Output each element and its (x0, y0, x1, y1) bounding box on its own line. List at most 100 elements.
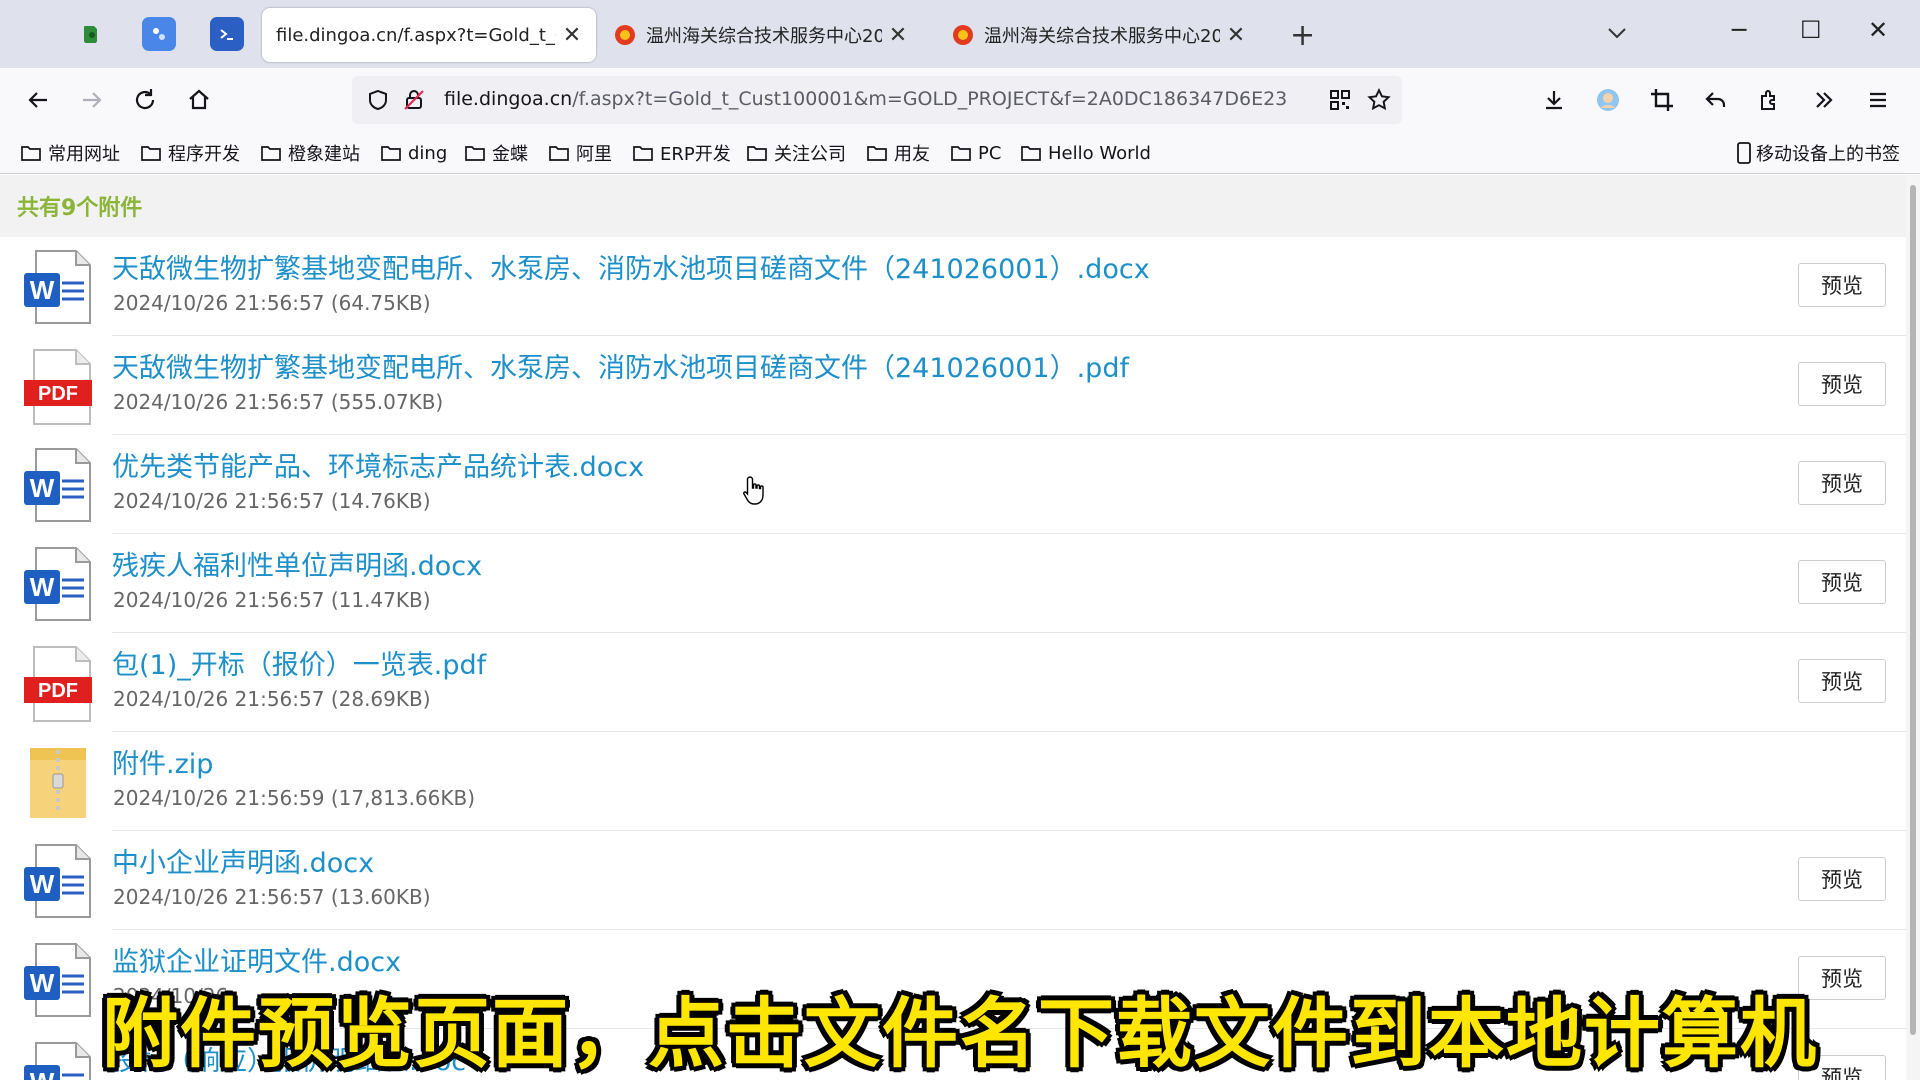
minimize-button[interactable]: ─ (1732, 16, 1746, 44)
bookmark-star-icon[interactable] (1366, 87, 1392, 113)
file-type-icon: PDF (22, 348, 94, 426)
word-document-icon: W (24, 844, 91, 918)
bookmark-label: 常用网址 (48, 144, 120, 165)
tab-title: file.dingoa.cn/f.aspx?t=Gold_t_Cust1 (276, 24, 556, 46)
url-text[interactable]: file.dingoa.cn/f.aspx?t=Gold_t_Cust10000… (444, 88, 1287, 110)
shield-icon[interactable] (366, 88, 390, 112)
pinned-tab-terminal-icon[interactable] (210, 17, 244, 51)
bookmark-folder[interactable]: 关注公司 (746, 138, 846, 168)
arrow-right-icon (83, 92, 102, 108)
bookmark-folder[interactable]: 橙象建站 (260, 138, 360, 168)
pinned-tabs (74, 17, 244, 51)
preview-button[interactable]: 预览 (1798, 461, 1886, 505)
forward-button[interactable] (74, 82, 110, 118)
bookmark-label: 用友 (894, 144, 930, 165)
mobile-device-icon (1737, 142, 1751, 164)
reload-icon (135, 89, 155, 110)
file-name-link[interactable]: 优先类节能产品、环境标志产品统计表.docx (112, 445, 644, 484)
file-name-link[interactable]: 附件.zip (112, 742, 213, 781)
bookmark-folder[interactable]: PC (950, 138, 1001, 168)
folder-icon (465, 146, 485, 161)
browser-window: file.dingoa.cn/f.aspx?t=Gold_t_Cust1 ✕ 温… (0, 0, 1920, 1080)
file-meta: 2024/10/26 21:56:57 (13.60KB) (113, 885, 431, 909)
account-avatar[interactable] (1590, 82, 1626, 118)
bookmark-folder[interactable]: 程序开发 (140, 138, 240, 168)
zip-archive-icon (30, 748, 86, 818)
new-tab-button[interactable]: + (1290, 18, 1315, 53)
bookmark-folder[interactable]: 用友 (866, 138, 930, 168)
downloads-button[interactable] (1536, 82, 1572, 118)
app-menu-button[interactable] (1860, 82, 1896, 118)
tab-close-icon[interactable]: ✕ (1226, 23, 1246, 48)
address-bar[interactable]: file.dingoa.cn/f.aspx?t=Gold_t_Cust10000… (352, 76, 1402, 124)
overflow-chevron-button[interactable] (1806, 82, 1842, 118)
attachment-row: W 残疾人福利性单位声明函.docx 2024/10/26 21:56:57 (… (0, 534, 1906, 633)
word-icon-letter: W (30, 869, 55, 899)
preview-button[interactable]: 预览 (1798, 659, 1886, 703)
back-button[interactable] (20, 82, 56, 118)
customs-emblem-icon (615, 25, 635, 45)
bookmark-label: 阿里 (576, 144, 612, 165)
bookmark-folder[interactable]: 常用网址 (20, 138, 120, 168)
home-icon (189, 89, 209, 110)
undo-arrow-icon (1705, 92, 1726, 107)
preview-button[interactable]: 预览 (1798, 560, 1886, 604)
preview-button[interactable]: 预览 (1798, 263, 1886, 307)
pdf-document-icon: PDF (24, 646, 92, 722)
url-host: file.dingoa.cn (444, 88, 573, 110)
scrollbar-thumb[interactable] (1910, 185, 1916, 1035)
bookmark-folder[interactable]: 金蝶 (464, 138, 528, 168)
qr-code-icon[interactable] (1328, 88, 1352, 112)
hamburger-menu-icon (1870, 92, 1886, 108)
home-button[interactable] (181, 82, 217, 118)
word-icon-letter: W (30, 572, 55, 602)
tab-wenzhou-customs-1[interactable]: 温州海关综合技术服务中心2024 ✕ (600, 8, 922, 62)
preview-button[interactable]: 预览 (1798, 362, 1886, 406)
folder-icon (261, 146, 281, 161)
mobile-bookmarks-label: 移动设备上的书签 (1756, 144, 1900, 165)
bookmark-label: ERP开发 (660, 144, 731, 165)
pinned-tab-app-icon[interactable] (142, 17, 176, 51)
file-meta: 2024/10/26 21:56:57 (11.47KB) (113, 588, 431, 612)
screenshot-button[interactable] (1644, 82, 1680, 118)
pdf-document-icon: PDF (24, 349, 92, 425)
file-meta: 2024/10/26 21:56:57 (14.76KB) (113, 489, 431, 513)
url-path: /f.aspx?t=Gold_t_Cust100001&m=GOLD_PROJE… (572, 88, 1288, 110)
attachment-row: W 天敌微生物扩繁基地变配电所、水泵房、消防水池项目磋商文件（241026001… (0, 237, 1906, 336)
close-window-button[interactable]: ✕ (1868, 16, 1888, 44)
tab-title: 温州海关综合技术服务中心2024 (984, 26, 1220, 47)
tab-close-icon[interactable]: ✕ (888, 23, 908, 48)
pinned-tab-evernote-icon[interactable] (74, 17, 108, 51)
page-scrollbar[interactable] (1906, 175, 1920, 1080)
bookmark-label: 程序开发 (168, 144, 240, 165)
preview-button[interactable]: 预览 (1798, 857, 1886, 901)
file-name-link[interactable]: 天敌微生物扩繁基地变配电所、水泵房、消防水池项目磋商文件（241026001）.… (112, 247, 1150, 286)
bookmark-folder[interactable]: 阿里 (548, 138, 612, 168)
tab-wenzhou-customs-2[interactable]: 温州海关综合技术服务中心2024 ✕ (938, 8, 1260, 62)
hand-pointer-cursor-icon (743, 476, 764, 505)
navigation-bar: file.dingoa.cn/f.aspx?t=Gold_t_Cust10000… (0, 68, 1920, 132)
reload-button[interactable] (127, 82, 163, 118)
file-name-link[interactable]: 中小企业声明函.docx (112, 841, 374, 880)
bookmark-label: 橙象建站 (288, 144, 360, 165)
folder-icon (381, 146, 401, 161)
extensions-button[interactable] (1752, 82, 1788, 118)
tab-close-icon[interactable]: ✕ (562, 23, 582, 48)
mobile-bookmarks-folder[interactable]: 移动设备上的书签 (1736, 138, 1900, 168)
tab-list-chevron-down-icon[interactable] (1606, 22, 1628, 44)
undo-button[interactable] (1698, 82, 1734, 118)
bookmark-folder[interactable]: Hello World (1020, 138, 1151, 168)
tab-file-dingoa[interactable]: file.dingoa.cn/f.aspx?t=Gold_t_Cust1 ✕ (262, 8, 596, 62)
bookmark-folder[interactable]: ERP开发 (632, 138, 731, 168)
file-type-icon: PDF (22, 645, 94, 723)
pdf-icon-label: PDF (38, 383, 78, 405)
file-name-link[interactable]: 天敌微生物扩繁基地变配电所、水泵房、消防水池项目磋商文件（241026001）.… (112, 346, 1129, 385)
file-name-link[interactable]: 残疾人福利性单位声明函.docx (112, 544, 482, 583)
file-name-link[interactable]: 包(1)_开标（报价）一览表.pdf (112, 643, 486, 682)
arrow-left-icon (28, 92, 47, 108)
avatar-icon (1597, 89, 1619, 111)
insecure-lock-icon[interactable] (402, 88, 426, 112)
bookmark-folder[interactable]: ding (380, 138, 447, 168)
attachment-count: 共有9个附件 (0, 175, 1906, 237)
maximize-button[interactable]: ☐ (1800, 16, 1822, 44)
